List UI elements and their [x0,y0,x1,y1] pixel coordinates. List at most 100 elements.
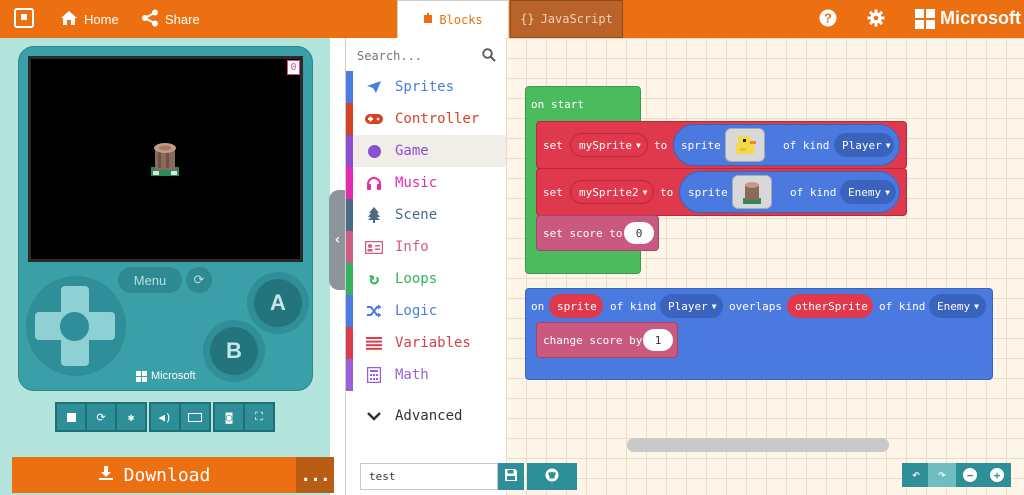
debug-button[interactable]: ✱ [115,402,147,432]
button-b[interactable]: B [203,320,265,382]
workspace-horizontal-scrollbar[interactable] [627,438,889,452]
kind-dropdown-overlap-player[interactable]: Player ▼ [660,294,723,318]
redo-icon: ↷ [937,467,947,483]
stump-sprite-icon [148,137,182,181]
kind-dropdown-overlap-enemy[interactable]: Enemy ▼ [929,294,986,318]
list-lines-icon [365,336,383,350]
download-more-button[interactable]: ... [296,457,334,493]
caret-down-icon: ▼ [711,301,717,311]
plus-circle-icon: + [990,468,1004,482]
variable-dropdown[interactable]: mySprite ▼ [570,133,648,157]
stump-sprite-thumbnail[interactable] [732,175,772,209]
download-icon [98,465,114,486]
settings-button[interactable] [867,0,885,38]
calculator-icon [365,367,383,383]
fullscreen-button[interactable]: ⛶ [243,402,275,432]
download-button[interactable]: Download [12,457,296,493]
minus-circle-icon: − [963,468,977,482]
microsoft-logo-icon [136,370,147,382]
microsoft-brand: Microsoft [940,8,1021,28]
kind-dropdown-player[interactable]: Player ▼ [834,133,894,157]
undo-button[interactable]: ↶ [902,463,930,487]
zoom-out-button[interactable]: − [956,463,984,487]
speaker-icon: ◀) [158,410,172,424]
screenshot-button[interactable]: ◙ [213,402,245,432]
shuffle-icon [365,304,383,318]
refresh-icon: ⟳ [193,272,205,288]
microsoft-logo-icon [915,9,935,29]
caret-down-icon: ▼ [642,187,648,197]
toolbox-category-game[interactable]: Game [346,135,506,167]
github-icon [545,468,559,486]
sprite-variable-pill[interactable]: sprite [549,294,603,318]
id-card-icon [365,240,383,254]
caret-down-icon: ▼ [635,140,641,150]
caret-down-icon: ▼ [974,301,979,311]
toolbox-category-controller[interactable]: Controller [346,103,506,135]
bug-icon: ✱ [127,410,135,424]
zoom-in-button[interactable]: + [983,463,1011,487]
gear-icon [867,9,885,30]
stop-icon [66,412,76,422]
on-start-label: on start [531,97,584,111]
save-button[interactable] [498,463,524,490]
floppy-disk-icon [505,469,517,484]
stop-button[interactable] [55,402,87,432]
toolbox-category-math[interactable]: Math [346,359,506,391]
camera-icon: ◙ [225,410,233,424]
toolbox-category-sprites[interactable]: Sprites [346,71,506,103]
console-brand: Microsoft [136,370,196,382]
help-button[interactable]: ? [819,0,837,38]
restart-sim-button[interactable]: ⟳ [85,402,117,432]
fullscreen-icon: ⛶ [255,410,263,423]
restart-button[interactable]: ⟳ [186,267,212,293]
score-display: 0 [287,60,300,75]
home-label: Home [84,11,119,27]
kind-dropdown-enemy[interactable]: Enemy ▼ [840,180,896,204]
dpad-center [57,309,92,344]
caret-down-icon: ▼ [885,140,891,150]
toolbox-category-scene[interactable]: Scene [346,199,506,231]
headphones-icon [365,176,383,190]
tab-javascript[interactable]: {} JavaScript [510,0,623,38]
share-icon [141,9,159,30]
duck-sprite-thumbnail[interactable] [725,128,765,162]
mute-button[interactable]: ◀) [149,402,181,432]
tree-icon [365,207,383,223]
toolbox-category-logic[interactable]: Logic [346,295,506,327]
makecode-logo-icon[interactable] [14,8,34,28]
github-button[interactable] [527,463,577,490]
menu-button[interactable]: Menu [118,267,182,293]
svg-text:?: ? [824,10,832,25]
toolbox-category-music[interactable]: Music [346,167,506,199]
project-name-input[interactable] [360,463,498,490]
toolbox-category-variables[interactable]: Variables [346,327,506,359]
gamepad-icon [365,113,383,125]
circle-icon [365,144,383,158]
chevron-left-icon: ‹ [333,232,342,248]
toolbox-search-input[interactable] [357,43,495,69]
other-sprite-pill[interactable]: otherSprite [787,294,873,318]
redo-button[interactable]: ↷ [928,463,956,487]
help-icon: ? [819,9,837,30]
keyboard-button[interactable] [179,402,211,432]
toolbox-category-loops[interactable]: ↻ Loops [346,263,506,295]
chevron-down-icon [365,411,383,421]
score-value-input[interactable]: 0 [624,222,654,244]
braces-icon: {} [520,12,535,26]
loop-icon: ↻ [368,269,380,289]
home-button[interactable]: Home [60,0,119,38]
search-icon[interactable] [482,47,496,62]
share-label: Share [165,11,200,27]
share-button[interactable]: Share [141,0,200,38]
toolbox-advanced[interactable]: Advanced [346,400,506,432]
button-a[interactable]: A [247,272,309,334]
toolbox-category-info[interactable]: Info [346,231,506,263]
variable-dropdown-2[interactable]: mySprite2 ▼ [570,180,654,204]
refresh-icon: ⟳ [96,410,106,424]
change-value-input[interactable]: 1 [643,329,673,351]
duck-icon [736,136,756,154]
keyboard-icon [188,412,202,422]
tab-blocks[interactable]: Blocks [397,0,509,38]
collapse-simulator-button[interactable]: ‹ [329,190,346,290]
